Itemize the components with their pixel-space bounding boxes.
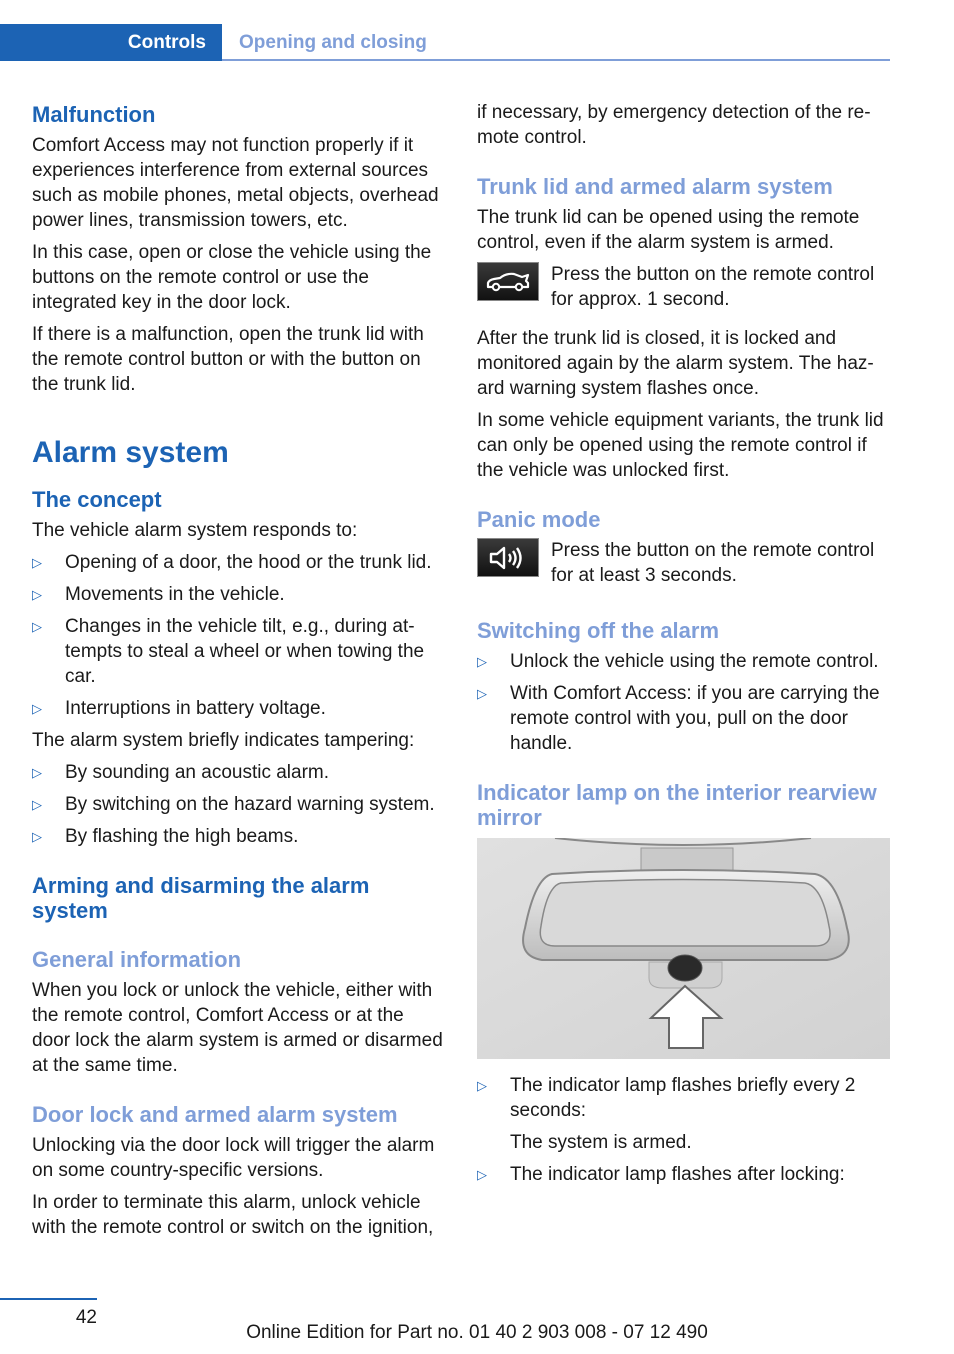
triangle-bullet-icon: ▷ xyxy=(32,555,42,570)
heading-arming: Arming and disarming the alarm system xyxy=(32,873,370,923)
indicator-list-2: ▷ The indicator lamp flashes after lockin… xyxy=(477,1162,891,1187)
switching-list: ▷ Unlock the vehicle using the remote con… xyxy=(477,649,891,756)
list-item: ▷ With Comfort Access: if you are carryin… xyxy=(477,683,880,754)
panic-button-instruction: Press the button on the remote control f… xyxy=(477,538,891,588)
tampering-list: ▷ By sounding an acoustic alarm. ▷ By swit… xyxy=(32,760,446,849)
panic-button-text: Press the button on the remote control f… xyxy=(551,540,875,586)
paragraph: The system is armed. xyxy=(510,1132,692,1153)
paragraph: The trunk lid can be opened using the re… xyxy=(477,207,860,253)
triangle-bullet-icon: ▷ xyxy=(477,1167,487,1182)
left-column: Malfunction Comfort Access may not funct… xyxy=(32,100,446,1247)
list-item: ▷ By sounding an acoustic alarm. xyxy=(32,762,330,783)
chapter-tab[interactable]: Controls xyxy=(0,24,206,61)
list-item: ▷ Changes in the vehicle tilt, e.g., duri… xyxy=(32,616,425,687)
triangle-bullet-icon: ▷ xyxy=(32,619,42,634)
list-item: ▷ Opening of a door, the hood or the trun… xyxy=(32,552,432,573)
heading-indicator-lamp: Indicator lamp on the interior rearview … xyxy=(477,780,877,830)
list-item: ▷ Movements in the vehicle. xyxy=(32,584,285,605)
triangle-bullet-icon: ▷ xyxy=(32,797,42,812)
list-item: ▷ Interruptions in battery voltage. xyxy=(32,698,326,719)
list-item: ▷ Unlock the vehicle using the remote con… xyxy=(477,651,879,672)
indicator-list: ▷ The indicator lamp flashes briefly ever… xyxy=(477,1073,891,1123)
trunk-button-text: Press the button on the remote control f… xyxy=(551,264,875,310)
paragraph: if necessary, by emergency detection of … xyxy=(477,102,871,148)
trunk-button-instruction: Press the button on the remote control f… xyxy=(477,262,891,312)
paragraph: In some vehicle equipment variants, the … xyxy=(477,410,884,481)
paragraph: Unlocking via the door lock will trigger… xyxy=(32,1135,435,1181)
rearview-mirror-illustration xyxy=(477,837,890,1059)
list-item: ▷ By flashing the high beams. xyxy=(32,826,299,847)
right-column: if necessary, by emergency detection of … xyxy=(477,100,891,1194)
heading-switching-off: Switching off the alarm xyxy=(477,618,720,643)
heading-general-information: General information xyxy=(32,947,242,972)
edition-note: Online Edition for Part no. 01 40 2 903 … xyxy=(246,1322,708,1343)
paragraph: The alarm system briefly indicates tampe… xyxy=(32,730,415,751)
list-item: ▷ The indicator lamp flashes after lockin… xyxy=(477,1164,845,1185)
triangle-bullet-icon: ▷ xyxy=(477,1078,487,1093)
paragraph: If there is a malfunction, open the trun… xyxy=(32,324,424,395)
triangle-bullet-icon: ▷ xyxy=(32,829,42,844)
paragraph: In this case, open or close the vehicle … xyxy=(32,242,432,313)
heading-concept: The concept xyxy=(32,487,162,512)
triangle-bullet-icon: ▷ xyxy=(32,701,42,716)
paragraph: When you lock or unlock the vehicle, eit… xyxy=(32,980,443,1076)
indicator-lamp xyxy=(667,954,703,982)
concept-list: ▷ Opening of a door, the hood or the trun… xyxy=(32,550,446,721)
speaker-sound-icon xyxy=(477,538,539,577)
heading-panic-mode: Panic mode xyxy=(477,507,601,532)
heading-alarm-system: Alarm system xyxy=(32,436,229,469)
header-rule xyxy=(222,59,890,61)
triangle-bullet-icon: ▷ xyxy=(32,587,42,602)
triangle-bullet-icon: ▷ xyxy=(32,765,42,780)
trunk-button-icon xyxy=(477,262,539,301)
paragraph: After the trunk lid is closed, it is loc… xyxy=(477,328,874,399)
heading-malfunction: Malfunction xyxy=(32,102,156,127)
heading-trunk-lid: Trunk lid and armed alarm system xyxy=(477,174,833,199)
paragraph: Comfort Access may not function properly… xyxy=(32,135,439,231)
mirror-mount xyxy=(640,847,734,873)
list-item: ▷ By switching on the hazard warning syst… xyxy=(32,794,435,815)
footer-rule xyxy=(0,1298,97,1300)
triangle-bullet-icon: ▷ xyxy=(477,686,487,701)
triangle-bullet-icon: ▷ xyxy=(477,654,487,669)
paragraph: The vehicle alarm system responds to: xyxy=(32,520,358,541)
list-item: ▷ The indicator lamp flashes briefly ever… xyxy=(477,1075,856,1121)
heading-door-lock: Door lock and armed alarm system xyxy=(32,1102,398,1127)
paragraph: In order to terminate this alarm, unlock… xyxy=(32,1192,434,1238)
section-title[interactable]: Opening and closing xyxy=(239,24,427,61)
